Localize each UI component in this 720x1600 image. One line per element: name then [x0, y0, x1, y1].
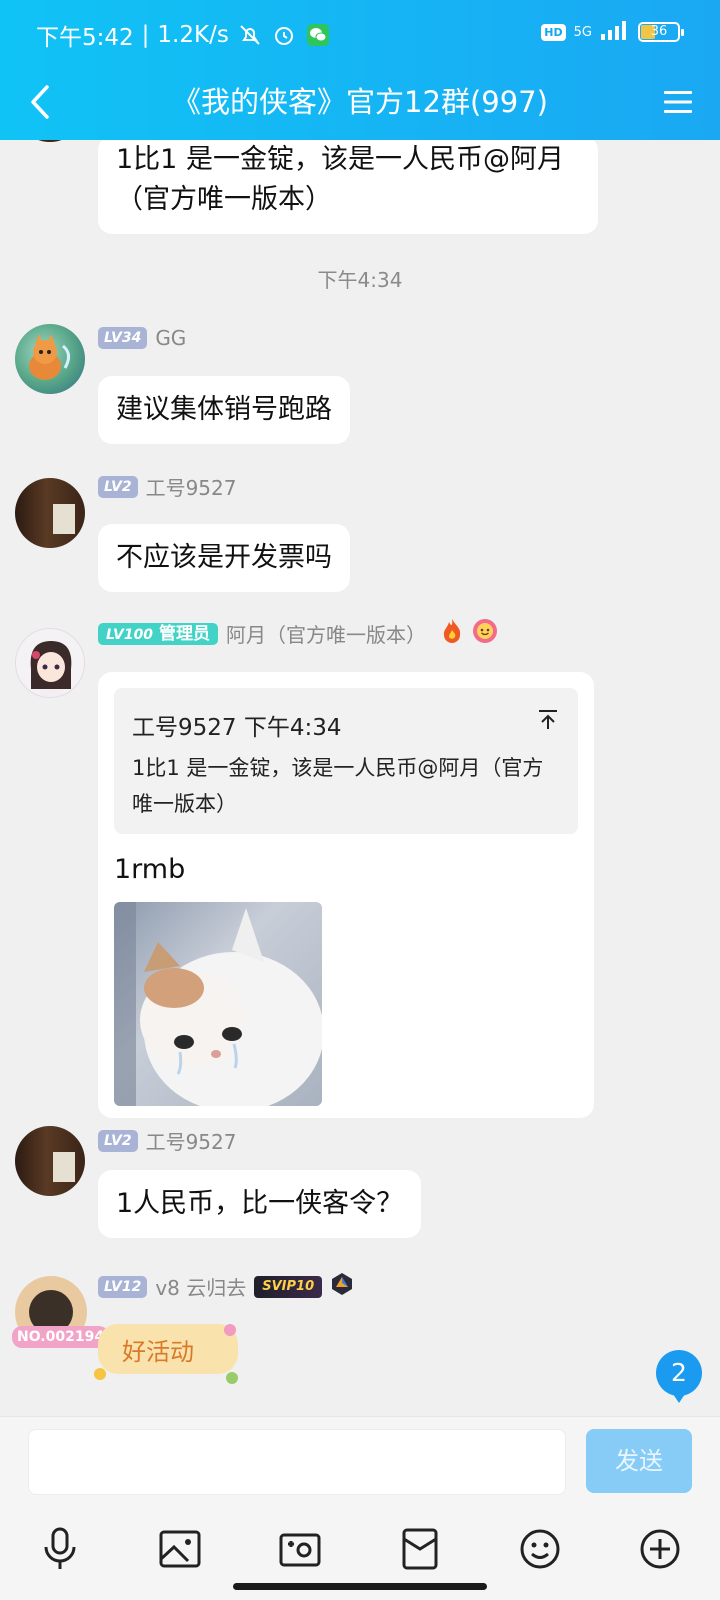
group-title[interactable]: 《我的侠客》官方12群(997): [90, 80, 630, 124]
message-text: 1比1 是一金锭，该是一人民币@阿月（官方唯一版本）: [116, 144, 564, 215]
sender-name[interactable]: GG: [155, 326, 186, 350]
sender-name[interactable]: 工号9527: [146, 1126, 237, 1155]
emoji-button[interactable]: [516, 1525, 564, 1573]
quoted-text: 1比1 是一金锭，该是一人民币@阿月（官方唯一版本）: [132, 756, 544, 816]
battery-icon: 36: [638, 22, 684, 42]
jump-to-original-icon[interactable]: [536, 708, 560, 732]
svip-badge: SVIP10: [254, 1275, 323, 1298]
bell-muted-icon: [237, 22, 263, 48]
sender-name[interactable]: 工号9527: [146, 472, 237, 501]
fire-icon: [440, 618, 464, 649]
camera-icon: [279, 1533, 321, 1567]
sender-meta: LV34 GG: [98, 326, 186, 350]
quoted-message[interactable]: 工号9527 下午4:34 1比1 是一金锭，该是一人民币@阿月（官方唯一版本）: [114, 688, 578, 834]
status-right: HD 5G 36: [541, 20, 684, 44]
sender-meta: LV12 v8 云归去 SVIP10: [98, 1272, 354, 1301]
toolbar: [0, 1525, 720, 1581]
signal-icon: [600, 20, 630, 44]
cat-avatar-icon: [29, 334, 70, 380]
anime-girl-avatar-icon: [30, 641, 72, 697]
chat-header: 下午5:42 | 1.2K/s HD 5G 36 《我的侠客》官方12群(997…: [0, 0, 720, 140]
microphone-icon: [44, 1527, 76, 1569]
voice-button[interactable]: [36, 1525, 84, 1573]
diamond-icon: [330, 1272, 354, 1301]
message-bubble[interactable]: 1比1 是一金锭，该是一人民币@阿月（官方唯一版本）: [98, 140, 598, 234]
sender-meta: LV100 管理员 阿月（官方唯一版本）: [98, 618, 498, 649]
level-badge: LV34: [98, 327, 148, 349]
hamburger-menu-icon: [664, 91, 692, 113]
composer-bar: 发送: [0, 1416, 720, 1600]
level-badge: LV100 管理员: [98, 622, 218, 645]
message-bubble[interactable]: 1人民币，比一侠客令？: [98, 1170, 422, 1238]
time-divider: 下午4:34: [317, 268, 403, 292]
alarm-icon: [271, 22, 297, 48]
sender-meta: LV2 工号9527: [98, 1126, 236, 1155]
avatar[interactable]: [15, 628, 85, 698]
plus-icon: [640, 1529, 680, 1569]
red-packet-button[interactable]: [396, 1525, 444, 1573]
chevron-left-icon: [31, 85, 49, 119]
reply-message-bubble[interactable]: 工号9527 下午4:34 1比1 是一金锭，该是一人民币@阿月（官方唯一版本）…: [98, 672, 594, 1118]
emoji-icon: [520, 1529, 560, 1569]
level-badge: LV12: [98, 1275, 148, 1298]
message-text: 建议集体销号跑路: [116, 394, 332, 425]
avatar[interactable]: [15, 1126, 85, 1196]
hd-badge: HD: [541, 23, 566, 41]
sender-name[interactable]: 阿月（官方唯一版本）: [226, 619, 426, 648]
message-bubble[interactable]: 建议集体销号跑路: [98, 376, 350, 444]
level-badge: LV2: [98, 1129, 138, 1152]
send-button[interactable]: 发送: [586, 1429, 692, 1493]
back-button[interactable]: [18, 80, 62, 124]
image-attachment[interactable]: [114, 902, 322, 1106]
network-type: 5G: [573, 24, 592, 40]
role-label: 管理员: [158, 623, 210, 644]
status-separator: |: [141, 22, 150, 48]
message-input[interactable]: [28, 1429, 566, 1495]
image-button[interactable]: [156, 1525, 204, 1573]
battery-level: 36: [650, 24, 668, 39]
level-number: LV100: [106, 626, 154, 643]
message-text: 1人民币，比一侠客令？: [116, 1188, 404, 1219]
nav-bar: 《我的侠客》官方12群(997): [0, 66, 720, 140]
more-button[interactable]: [636, 1525, 684, 1573]
level-badge: LV2: [98, 475, 138, 498]
sender-name[interactable]: v8 云归去: [155, 1272, 246, 1301]
avatar[interactable]: [15, 140, 85, 142]
red-packet-icon: [402, 1528, 438, 1570]
camera-button[interactable]: [276, 1525, 324, 1573]
message-list[interactable]: 1比1 是一金锭，该是一人民币@阿月（官方唯一版本） 下午4:34 LV34 G…: [0, 140, 720, 1416]
status-left: 下午5:42 | 1.2K/s: [36, 18, 331, 52]
unread-count-badge[interactable]: 2: [656, 1350, 702, 1403]
image-icon: [159, 1530, 201, 1568]
sticker-text: 好活动: [122, 1338, 194, 1366]
reply-text: 1rmb: [114, 854, 186, 885]
menu-button[interactable]: [656, 80, 700, 124]
home-indicator[interactable]: [233, 1583, 487, 1590]
message-bubble[interactable]: 不应该是开发票吗: [98, 524, 350, 592]
avatar[interactable]: [15, 478, 85, 548]
quoted-header: 工号9527 下午4:34: [132, 715, 342, 741]
wechat-icon: [305, 22, 331, 48]
smile-flower-icon: [472, 618, 498, 649]
crying-cat-image-icon: [114, 902, 322, 1106]
status-bar: 下午5:42 | 1.2K/s HD 5G 36: [0, 0, 720, 66]
sticker[interactable]: 好活动: [92, 1318, 252, 1386]
message-text: 不应该是开发票吗: [116, 542, 332, 573]
avatar[interactable]: [15, 324, 85, 394]
sender-meta: LV2 工号9527: [98, 472, 236, 501]
net-speed: 1.2K/s: [157, 22, 229, 48]
clock: 下午5:42: [36, 25, 134, 51]
